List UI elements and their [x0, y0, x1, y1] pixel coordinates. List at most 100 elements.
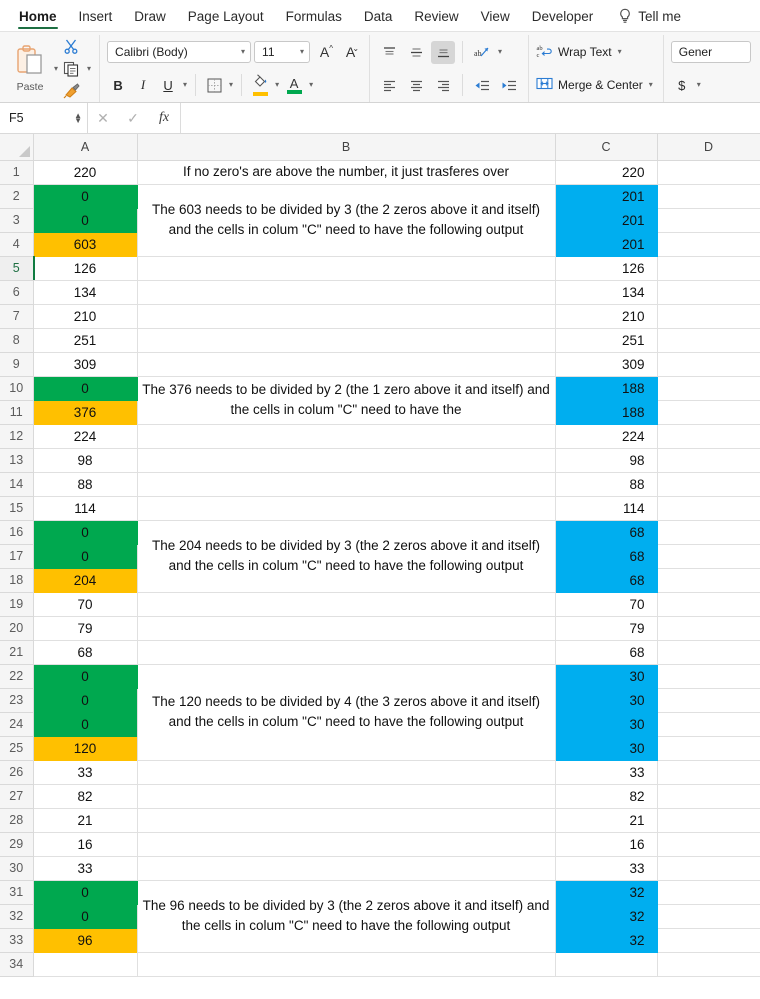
row-header-22[interactable]: 22	[0, 663, 34, 689]
cell-B27[interactable]	[136, 783, 556, 809]
row-header-15[interactable]: 15	[0, 495, 34, 521]
bold-button[interactable]: B	[107, 74, 129, 96]
grow-font-button[interactable]: A ^	[313, 41, 336, 64]
cell-A33[interactable]: 96	[32, 927, 138, 953]
cell-D21[interactable]	[656, 639, 760, 665]
ribbon-tab-data[interactable]: Data	[353, 9, 404, 31]
cell-C25[interactable]: 30	[554, 735, 658, 761]
cell-B9[interactable]	[136, 351, 556, 377]
cell-A28[interactable]: 21	[32, 807, 138, 833]
ribbon-tab-draw[interactable]: Draw	[123, 9, 177, 31]
cell-C18[interactable]: 68	[554, 567, 658, 593]
cell-A16[interactable]: 0	[32, 519, 138, 545]
merge-center-button[interactable]: Merge & Center ▾	[536, 72, 656, 98]
tell-me-button[interactable]: Tell me	[604, 8, 689, 31]
row-header-10[interactable]: 10	[0, 375, 34, 401]
cell-A20[interactable]: 79	[32, 615, 138, 641]
ribbon-tab-view[interactable]: View	[470, 9, 521, 31]
row-header-8[interactable]: 8	[0, 327, 34, 353]
cell-C32[interactable]: 32	[554, 903, 658, 929]
column-header-d[interactable]: D	[656, 134, 760, 161]
merged-note-cell-B22[interactable]: The 120 needs to be divided by 4 (the 3 …	[136, 663, 556, 761]
cell-B29[interactable]	[136, 831, 556, 857]
cell-C29[interactable]: 16	[554, 831, 658, 857]
cut-button[interactable]	[59, 35, 83, 57]
cell-D24[interactable]	[656, 711, 760, 737]
underline-chevron-down-icon[interactable]: ▾	[182, 81, 188, 89]
cell-C17[interactable]: 68	[554, 543, 658, 569]
row-header-26[interactable]: 26	[0, 759, 34, 785]
ribbon-tab-developer[interactable]: Developer	[521, 9, 605, 31]
borders-icon[interactable]	[203, 74, 225, 96]
merged-note-cell-B31[interactable]: The 96 needs to be divided by 3 (the 2 z…	[136, 879, 556, 953]
cell-A5[interactable]: 126	[32, 255, 138, 281]
number-format-select[interactable]: Gener	[670, 41, 751, 63]
cell-B8[interactable]	[136, 327, 556, 353]
cell-C6[interactable]: 134	[554, 279, 658, 305]
cell-D27[interactable]	[656, 783, 760, 809]
cell-C23[interactable]: 30	[554, 687, 658, 713]
cell-B5[interactable]	[136, 255, 556, 281]
cell-A13[interactable]: 98	[32, 447, 138, 473]
italic-button[interactable]: I	[132, 74, 154, 96]
cell-B21[interactable]	[136, 639, 556, 665]
cell-A8[interactable]: 251	[32, 327, 138, 353]
row-header-2[interactable]: 2	[0, 183, 34, 209]
row-header-34[interactable]: 34	[0, 951, 34, 977]
cell-D5[interactable]	[656, 255, 760, 281]
cell-D32[interactable]	[656, 903, 760, 929]
cell-C20[interactable]: 79	[554, 615, 658, 641]
row-header-18[interactable]: 18	[0, 567, 34, 593]
row-header-33[interactable]: 33	[0, 927, 34, 953]
copy-button[interactable]	[59, 58, 83, 80]
cell-C30[interactable]: 33	[554, 855, 658, 881]
insert-function-icon[interactable]: fx	[148, 110, 180, 126]
cell-C26[interactable]: 33	[554, 759, 658, 785]
cell-A11[interactable]: 376	[32, 399, 138, 425]
ribbon-tab-insert[interactable]: Insert	[68, 9, 124, 31]
cell-A22[interactable]: 0	[32, 663, 138, 689]
row-header-28[interactable]: 28	[0, 807, 34, 833]
column-header-a[interactable]: A	[32, 134, 138, 161]
cell-D20[interactable]	[656, 615, 760, 641]
cell-A14[interactable]: 88	[32, 471, 138, 497]
row-header-16[interactable]: 16	[0, 519, 34, 545]
cell-D14[interactable]	[656, 471, 760, 497]
row-header-13[interactable]: 13	[0, 447, 34, 473]
cell-C8[interactable]: 251	[554, 327, 658, 353]
cell-D2[interactable]	[656, 183, 760, 209]
cell-C3[interactable]: 201	[554, 207, 658, 233]
borders-chevron-down-icon[interactable]: ▾	[228, 81, 234, 89]
cell-D26[interactable]	[656, 759, 760, 785]
cell-A10[interactable]: 0	[32, 375, 138, 401]
cell-C33[interactable]: 32	[554, 927, 658, 953]
cell-A12[interactable]: 224	[32, 423, 138, 449]
row-header-5[interactable]: 5	[0, 255, 34, 281]
shrink-font-button[interactable]: A ⌄	[339, 41, 362, 64]
row-header-12[interactable]: 12	[0, 423, 34, 449]
cell-D11[interactable]	[656, 399, 760, 425]
row-header-14[interactable]: 14	[0, 471, 34, 497]
cell-C22[interactable]: 30	[554, 663, 658, 689]
cell-A27[interactable]: 82	[32, 783, 138, 809]
cell-C7[interactable]: 210	[554, 303, 658, 329]
cell-A32[interactable]: 0	[32, 903, 138, 929]
orientation-chevron-down-icon[interactable]: ▾	[497, 48, 503, 56]
row-header-32[interactable]: 32	[0, 903, 34, 929]
ribbon-tab-review[interactable]: Review	[403, 9, 469, 31]
align-left-icon[interactable]	[377, 74, 401, 97]
cell-B30[interactable]	[136, 855, 556, 881]
cell-A3[interactable]: 0	[32, 207, 138, 233]
font-color-button[interactable]: A	[283, 77, 305, 94]
cell-C16[interactable]: 68	[554, 519, 658, 545]
cell-A1[interactable]: 220	[32, 159, 138, 185]
align-right-icon[interactable]	[431, 74, 455, 97]
cell-D22[interactable]	[656, 663, 760, 689]
merged-note-cell-B2[interactable]: The 603 needs to be divided by 3 (the 2 …	[136, 183, 556, 257]
confirm-entry-icon[interactable]: ✓	[118, 110, 148, 127]
cell-A18[interactable]: 204	[32, 567, 138, 593]
cell-C11[interactable]: 188	[554, 399, 658, 425]
align-top-icon[interactable]	[377, 41, 401, 64]
cell-A34[interactable]	[32, 951, 138, 977]
paste-button[interactable]: Paste	[7, 44, 53, 93]
